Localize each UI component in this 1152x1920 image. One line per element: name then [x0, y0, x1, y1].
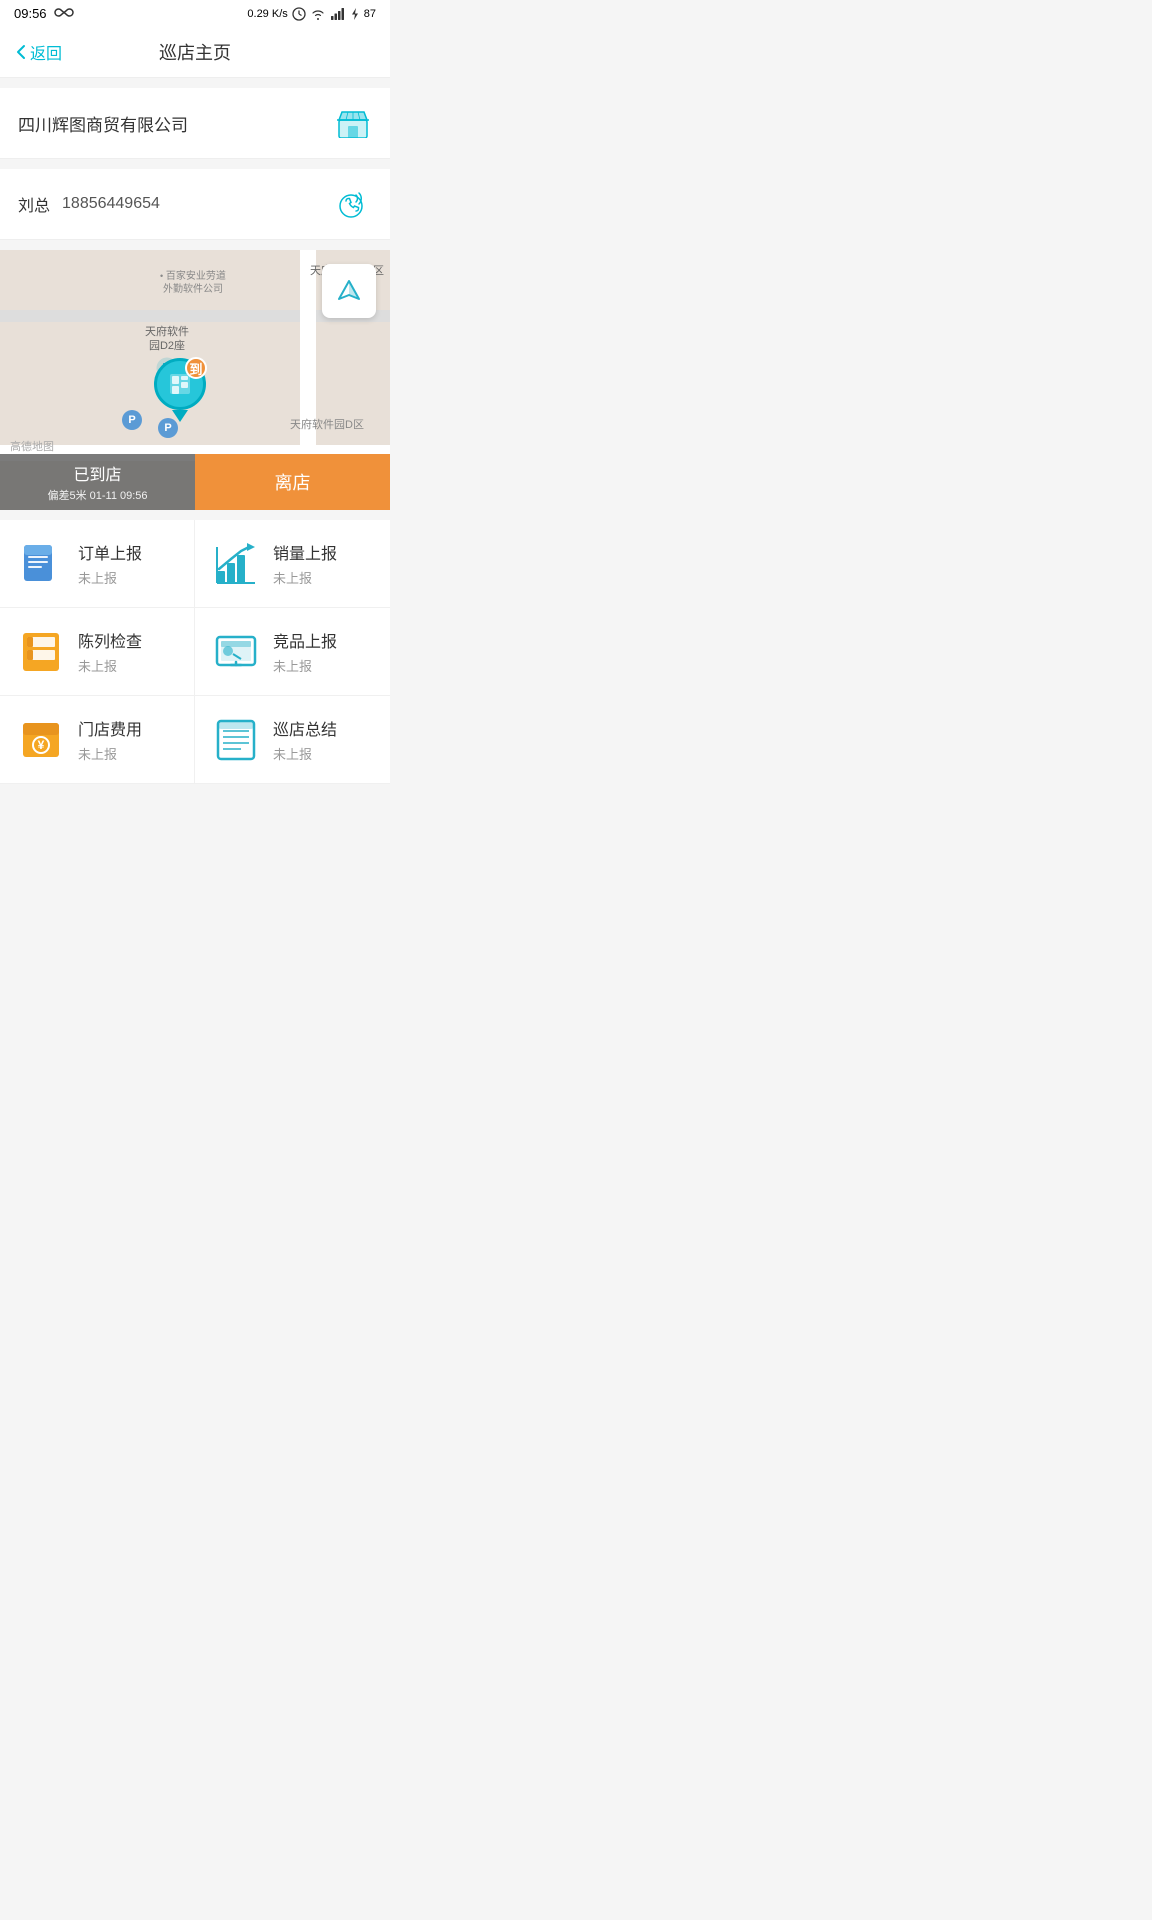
- company-card: 四川辉图商贸有限公司: [0, 88, 390, 159]
- menu-item-competitor-report[interactable]: 竞品上报 未上报: [195, 608, 390, 696]
- display-check-text: 陈列检查 未上报: [78, 628, 142, 675]
- tour-summary-icon: [213, 717, 259, 763]
- contact-phone: 18856449654: [62, 195, 160, 213]
- menu-item-sales-report[interactable]: 销量上报 未上报: [195, 520, 390, 608]
- tour-summary-title: 巡店总结: [273, 716, 337, 740]
- sales-report-status: 未上报: [273, 568, 337, 587]
- display-check-title: 陈列检查: [78, 628, 142, 652]
- clock-icon: [292, 7, 306, 21]
- signal-icon: [330, 7, 346, 21]
- navigate-button[interactable]: [322, 264, 376, 318]
- store-expense-text: 门店费用 未上报: [78, 716, 142, 763]
- back-label: 返回: [30, 40, 62, 64]
- status-right: 0.29 K/s 87: [247, 7, 376, 21]
- competitor-report-text: 竞品上报 未上报: [273, 628, 337, 675]
- leave-label: 离店: [275, 469, 311, 495]
- map-container: 天府软件园D区 天府软件园D2座 • 百家安业劳道外勤软件公司 天府软件园D区 …: [0, 250, 390, 510]
- store-expense-icon: ¥: [18, 717, 64, 763]
- tour-summary-status: 未上报: [273, 744, 337, 763]
- contact-info: 刘总 18856449654: [18, 192, 160, 216]
- status-bar: 09:56 0.29 K/s 87: [0, 0, 390, 27]
- sales-report-text: 销量上报 未上报: [273, 540, 337, 587]
- arrived-label: 已到店: [73, 461, 121, 485]
- pin-tail: [172, 410, 188, 422]
- status-time: 09:56: [14, 6, 47, 21]
- contact-name: 刘总: [18, 192, 50, 216]
- map-poi-4: 天府软件园D区: [290, 418, 364, 432]
- contact-card: 刘总 18856449654: [0, 169, 390, 240]
- back-button[interactable]: 返回: [16, 40, 62, 64]
- competitor-report-title: 竞品上报: [273, 628, 337, 652]
- page-title: 巡店主页: [159, 39, 231, 65]
- phone-icon[interactable]: [334, 185, 372, 223]
- order-report-status: 未上报: [78, 568, 142, 587]
- company-name: 四川辉图商贸有限公司: [18, 111, 188, 136]
- map-watermark: 高德地图: [10, 438, 54, 454]
- display-check-status: 未上报: [78, 656, 142, 675]
- order-report-icon: [18, 541, 64, 587]
- pin-label: 到: [185, 357, 207, 379]
- arrived-sub: 偏差5米 01-11 09:56: [47, 487, 147, 503]
- infinity-icon: [53, 7, 75, 21]
- order-report-text: 订单上报 未上报: [78, 540, 142, 587]
- sales-report-title: 销量上报: [273, 540, 337, 564]
- display-check-icon: [18, 629, 64, 675]
- menu-item-display-check[interactable]: 陈列检查 未上报: [0, 608, 195, 696]
- map-poi-3: • 百家安业劳道外勤软件公司: [160, 270, 226, 296]
- wifi-icon: [310, 7, 326, 21]
- store-expense-status: 未上报: [78, 744, 142, 763]
- menu-grid: 订单上报 未上报 销量上报 未上报: [0, 520, 390, 784]
- parking-icon: P: [122, 410, 142, 430]
- pin-circle: 到: [154, 358, 206, 410]
- leave-button[interactable]: 离店: [195, 454, 390, 510]
- menu-item-tour-summary[interactable]: 巡店总结 未上报: [195, 696, 390, 784]
- order-report-title: 订单上报: [78, 540, 142, 564]
- competitor-report-status: 未上报: [273, 656, 337, 675]
- arrived-button[interactable]: 已到店 偏差5米 01-11 09:56: [0, 454, 195, 510]
- menu-item-store-expense[interactable]: ¥ 门店费用 未上报: [0, 696, 195, 784]
- status-speed: 0.29 K/s: [247, 8, 287, 20]
- map-actions: 已到店 偏差5米 01-11 09:56 离店: [0, 454, 390, 510]
- page-header: 返回 巡店主页: [0, 27, 390, 78]
- battery-level: 87: [364, 8, 376, 20]
- sales-report-icon: [213, 541, 259, 587]
- location-pin: 到: [154, 358, 206, 422]
- status-left: 09:56: [14, 6, 75, 21]
- store-expense-title: 门店费用: [78, 716, 142, 740]
- svg-text:¥: ¥: [38, 738, 45, 752]
- competitor-report-icon: [213, 629, 259, 675]
- store-icon: [334, 104, 372, 142]
- tour-summary-text: 巡店总结 未上报: [273, 716, 337, 763]
- menu-item-order-report[interactable]: 订单上报 未上报: [0, 520, 195, 608]
- charging-icon: [350, 7, 360, 21]
